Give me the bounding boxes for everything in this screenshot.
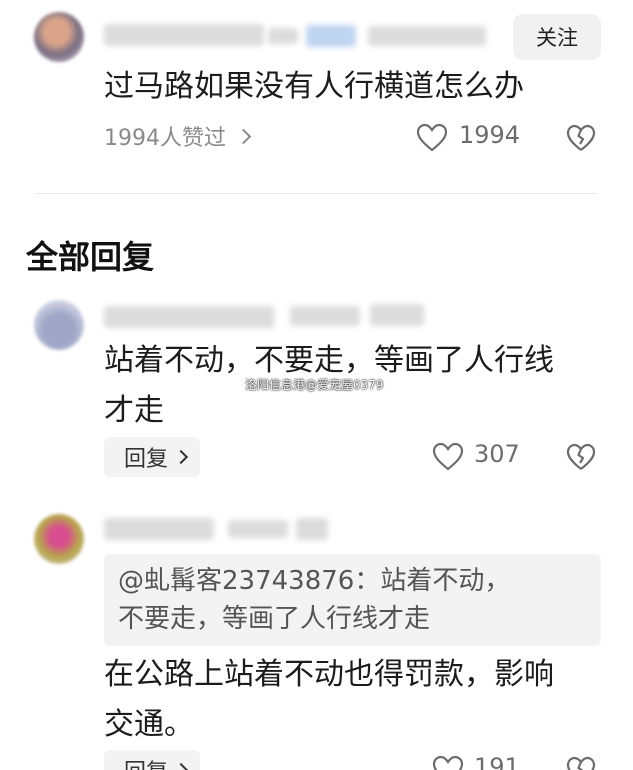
post-author-info-blurred	[368, 26, 486, 46]
quoted-reply: @虬髯客23743876：站着不动， 不要走，等画了人行线才走	[104, 554, 601, 646]
quoted-reply-line: @虬髯客23743876：站着不动，	[118, 566, 511, 596]
reply-author-avatar[interactable]	[34, 300, 84, 350]
post-author-avatar[interactable]	[34, 12, 84, 62]
reply-text: 在公路上站着不动也得罚款，影响 交通。	[104, 650, 554, 750]
reply-author-meta-blurred	[290, 306, 360, 326]
reply-button-label: 回复	[124, 447, 169, 472]
liked-by-label: 1994人赞过	[104, 126, 226, 151]
reply-author-name-blurred[interactable]	[104, 518, 214, 540]
all-replies-heading: 全部回复	[26, 238, 155, 276]
like-heart-icon[interactable]	[432, 442, 464, 472]
chevron-right-icon	[235, 128, 252, 144]
reply-author-avatar[interactable]	[34, 514, 84, 564]
post-author-meta-blurred	[268, 28, 298, 44]
reply-author-meta-blurred	[228, 520, 288, 538]
reply-author-name-blurred[interactable]	[104, 306, 274, 328]
post-like-count: 1994	[459, 121, 521, 149]
like-heart-icon[interactable]	[432, 755, 464, 770]
reply-button-label: 回复	[124, 754, 168, 770]
follow-button[interactable]: 关注	[513, 14, 601, 60]
dislike-broken-heart-icon[interactable]	[566, 124, 596, 154]
dislike-broken-heart-icon[interactable]	[566, 443, 596, 473]
liked-by-link[interactable]: 1994人赞过	[104, 120, 252, 152]
reply-author-info-blurred	[370, 304, 424, 326]
chevron-right-icon	[173, 762, 189, 770]
post-author-name-blurred[interactable]	[104, 24, 264, 46]
like-heart-icon[interactable]	[416, 123, 448, 153]
reply-author-info-blurred	[296, 518, 328, 540]
reply-text-line: 才走	[104, 393, 164, 428]
dislike-broken-heart-icon[interactable]	[566, 756, 596, 770]
reply-text-line: 交通。	[104, 707, 194, 742]
reply-button[interactable]: 回复	[104, 750, 201, 770]
quoted-reply-line: 不要走，等画了人行线才走	[118, 604, 431, 634]
reply-button[interactable]: 回复	[104, 437, 201, 477]
post-author-badge-blurred	[306, 25, 356, 47]
reply-text-line: 在公路上站着不动也得罚款，影响	[104, 657, 554, 692]
reply-like-count: 191	[474, 753, 520, 770]
section-divider	[36, 193, 597, 194]
reply-like-count: 307	[474, 440, 520, 468]
watermark: 洛阳信息港@爱宠屋0379	[245, 378, 384, 392]
post-title: 过马路如果没有人行横道怎么办	[104, 69, 524, 104]
chevron-right-icon	[173, 449, 189, 465]
